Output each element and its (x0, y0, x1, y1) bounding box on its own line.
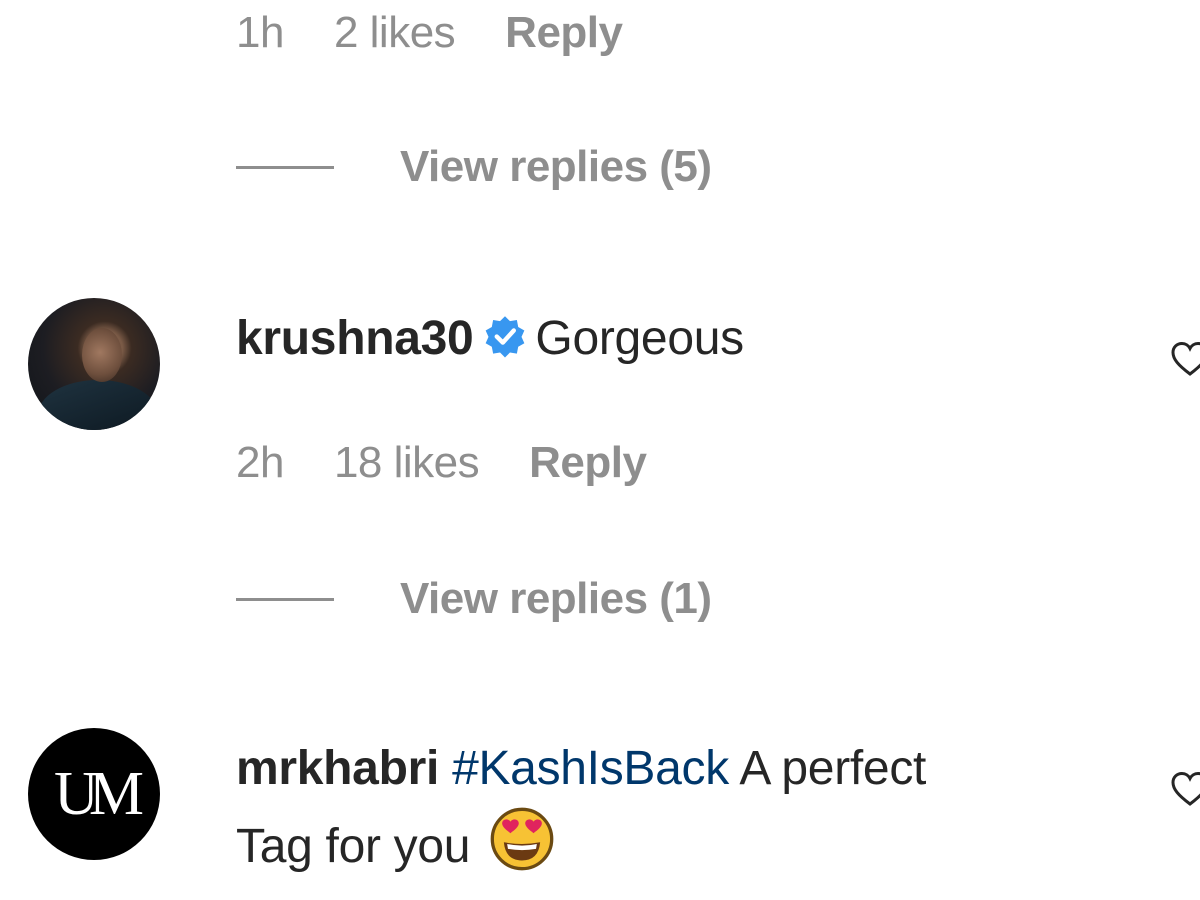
verified-badge-icon (483, 306, 527, 380)
view-replies-button[interactable]: View replies (5) (236, 142, 712, 192)
avatar[interactable] (28, 298, 160, 430)
comment-body: mrkhabri #KashIsBack A perfect Tag for y… (236, 732, 1136, 894)
reply-button[interactable]: Reply (529, 438, 647, 488)
avatar-logo-text: UM (54, 759, 144, 828)
view-replies-label: View replies (5) (400, 142, 712, 191)
comment-likes[interactable]: 18 likes (334, 438, 480, 488)
comment-text: A perfect (739, 742, 927, 795)
like-heart-icon[interactable] (1170, 340, 1200, 380)
view-replies-button[interactable]: View replies (1) (236, 574, 712, 624)
comment-text-line2: Tag for you (236, 820, 471, 873)
comment-username[interactable]: krushna30 (236, 312, 474, 365)
avatar[interactable]: UM (28, 728, 160, 860)
replies-divider (236, 165, 334, 169)
comment-text: Gorgeous (535, 312, 744, 365)
profile-photo-icon (38, 380, 158, 430)
comment-time: 2h (236, 438, 284, 487)
comment-username[interactable]: mrkhabri (236, 742, 439, 795)
like-heart-icon[interactable] (1170, 770, 1200, 810)
replies-divider (236, 597, 334, 601)
comment-meta-row: 2h 18 likes Reply (236, 438, 696, 488)
comment-likes[interactable]: 2 likes (334, 8, 456, 58)
comment-time: 1h (236, 8, 284, 57)
comment-body: krushna30 Gorgeous (236, 302, 1136, 380)
comment-meta-row: 1h 2 likes Reply (236, 8, 673, 58)
hashtag-link[interactable]: #KashIsBack (452, 742, 729, 795)
view-replies-label: View replies (1) (400, 574, 712, 623)
reply-button[interactable]: Reply (505, 8, 623, 58)
heart-eyes-emoji-icon (489, 806, 555, 894)
